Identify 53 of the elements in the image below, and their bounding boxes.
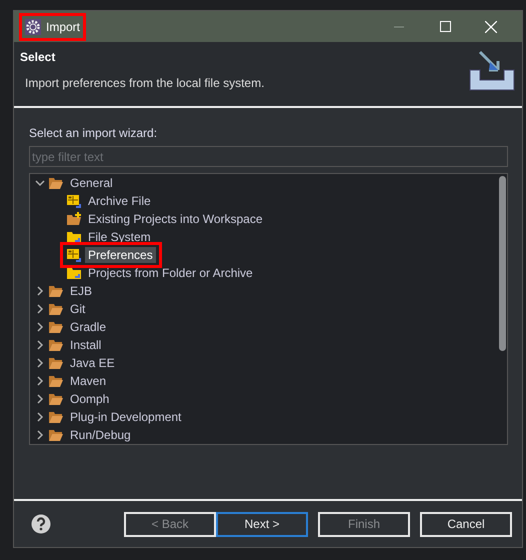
- minimize-icon: [394, 26, 404, 28]
- folder-icon: [48, 175, 64, 191]
- tree-item[interactable]: Existing Projects into Workspace: [85, 211, 266, 227]
- folder-icon: [48, 283, 64, 299]
- tree-item[interactable]: Install: [67, 337, 104, 353]
- expand-icon[interactable]: [35, 430, 45, 440]
- close-icon: [485, 20, 497, 32]
- table-icon: [66, 193, 82, 209]
- folder-icon: [48, 391, 64, 407]
- expand-icon[interactable]: [35, 412, 45, 422]
- tree-item[interactable]: Maven: [67, 373, 110, 389]
- folder-icon: [48, 373, 64, 389]
- help-icon[interactable]: [31, 514, 51, 534]
- expand-icon[interactable]: [35, 394, 45, 404]
- tree-item[interactable]: Projects from Folder or Archive: [85, 265, 256, 281]
- tree-item[interactable]: Plug-in Development: [67, 409, 184, 425]
- wizard-label: Select an import wizard:: [29, 125, 158, 142]
- wizard-button[interactable]: Cancel: [420, 512, 512, 536]
- wizard-button[interactable]: Next >: [216, 512, 308, 536]
- folder-icon: [66, 229, 82, 245]
- page-title: Select: [20, 49, 56, 66]
- collapse-icon[interactable]: [35, 178, 45, 188]
- tree-item[interactable]: General: [67, 175, 116, 191]
- folder-plus-icon: [66, 211, 82, 227]
- folder-icon: [66, 265, 82, 281]
- folder-icon: [48, 409, 64, 425]
- expand-icon[interactable]: [35, 340, 45, 350]
- tree-item[interactable]: Run/Debug: [67, 427, 134, 443]
- gear-icon: [25, 18, 41, 34]
- folder-icon: [48, 319, 64, 335]
- tree-item[interactable]: Java EE: [67, 355, 118, 371]
- window-title: Import: [46, 18, 80, 36]
- folder-icon: [48, 355, 64, 371]
- tree-item[interactable]: Oomph: [67, 391, 112, 407]
- expand-icon[interactable]: [35, 304, 45, 314]
- table-icon: [66, 247, 82, 263]
- folder-icon: [48, 337, 64, 353]
- tree-item[interactable]: File System: [85, 229, 154, 245]
- expand-icon[interactable]: [35, 322, 45, 332]
- expand-icon[interactable]: [35, 286, 45, 296]
- scrollbar-thumb[interactable]: [499, 176, 506, 351]
- tree-item[interactable]: Preferences: [85, 247, 156, 263]
- expand-icon[interactable]: [35, 358, 45, 368]
- tree-item[interactable]: Gradle: [67, 319, 110, 335]
- filter-field[interactable]: type filter text: [29, 146, 508, 167]
- tree-item[interactable]: EJB: [67, 283, 96, 299]
- tree-item[interactable]: Git: [67, 301, 88, 317]
- folder-icon: [48, 427, 64, 443]
- expand-icon[interactable]: [35, 376, 45, 386]
- page-description: Import preferences from the local file system.: [25, 75, 264, 92]
- maximize-icon: [440, 21, 450, 32]
- tree-item[interactable]: Archive File: [85, 193, 154, 209]
- folder-icon: [48, 301, 64, 317]
